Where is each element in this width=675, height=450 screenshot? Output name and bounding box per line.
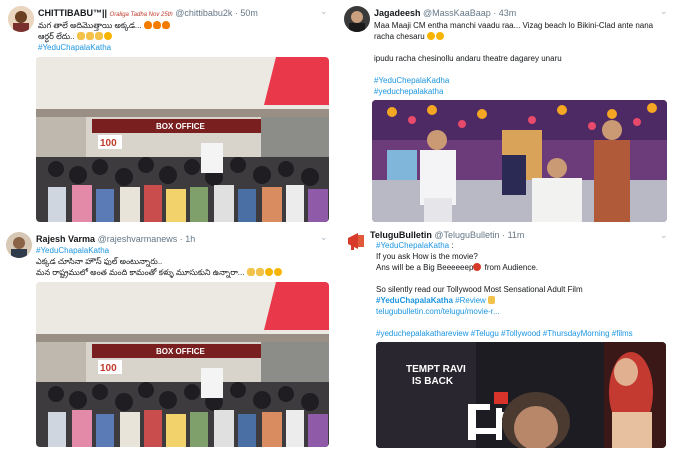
flex-emoji-icon — [94, 32, 103, 40]
tweet-chittibabu[interactable]: CHITTIBABU™|| Oraliga Tadha Nov 25th @ch… — [0, 0, 335, 225]
user-handle[interactable]: @MassKaaBaap — [423, 8, 491, 18]
tweet-photo[interactable]: BOX OFFICE 100 — [36, 282, 329, 447]
movie-still-image — [372, 100, 667, 222]
price-sign: 100 — [100, 138, 117, 149]
tweet-time[interactable]: 11m — [508, 230, 525, 240]
tweet-text: ఆర్ధర్ లేదు.. — [38, 32, 75, 41]
avatar[interactable] — [6, 232, 32, 258]
laugh-emoji-icon — [435, 32, 444, 40]
hashtag-link[interactable]: #YeduChapalaKatha — [36, 245, 332, 256]
flex-emoji-icon — [85, 32, 94, 40]
tweet-text: ఎక్కడ చూసినా హౌస్ ఫుల్ అంటున్నారు.. — [36, 257, 163, 266]
tweet-rajesh-varma[interactable]: Rajesh Varma @rajeshvarmanews · 1h ⌄ #Ye… — [0, 226, 335, 450]
tweet-text: racha chesaru — [374, 32, 425, 41]
movie-poster-image: TEMPT RAVI IS BACK — [376, 342, 666, 448]
tweet-text: So silently read our Tollywood Most Sens… — [376, 285, 583, 294]
tweet-photo[interactable]: TEMPT RAVI IS BACK — [376, 342, 666, 448]
hashtag-link[interactable]: #yeduchepalakathareview — [376, 329, 469, 338]
tweet-time[interactable]: 1h — [185, 234, 195, 244]
tweet-text: Maa Maaji CM entha manchi vaadu raa... V… — [374, 21, 654, 30]
user-badge: Oraliga Tadha Nov 25th — [109, 12, 173, 18]
crowd-photo-image: BOX OFFICE 100 — [36, 57, 329, 222]
pray-emoji-icon — [246, 268, 255, 276]
hashtag-link[interactable]: #YeduChepalaKadha — [374, 75, 672, 86]
tweet-text: Ans will be a Big Beeeeeep — [376, 263, 474, 272]
poster-tagline: IS BACK — [412, 376, 454, 387]
avatar[interactable] — [344, 6, 370, 32]
tweet-text: మగ తాలే అదిమొత్తాయి అక్కడ... — [38, 21, 142, 30]
flex-emoji-icon — [76, 32, 85, 40]
user-handle[interactable]: @rajeshvarmanews — [98, 234, 178, 244]
avatar[interactable] — [8, 6, 34, 32]
tweet-jagadeesh[interactable]: Jagadeesh @MassKaaBaap · 43m ⌄ Maa Maaji… — [340, 0, 675, 225]
chevron-down-icon[interactable]: ⌄ — [660, 6, 668, 17]
tweet-time[interactable]: 50m — [240, 8, 258, 18]
user-name[interactable]: TeluguBulletin — [370, 230, 432, 240]
hashtag-link[interactable]: #YeduChepalaKatha — [376, 241, 449, 250]
avatar[interactable] — [344, 228, 370, 254]
hashtag-link[interactable]: #Tollywood — [501, 329, 541, 338]
avatar-image — [8, 6, 34, 32]
article-link[interactable]: telugubulletin.com/telugu/movie-r... — [376, 306, 672, 317]
chevron-down-icon[interactable]: ⌄ — [320, 232, 328, 243]
hashtag-link[interactable]: #yeduchepalakatha — [374, 86, 672, 97]
angry-emoji-icon — [473, 263, 482, 271]
hashtag-link[interactable]: #YeduChapalaKatha — [376, 296, 453, 305]
user-name[interactable]: Rajesh Varma — [36, 234, 95, 244]
hashtag-link[interactable]: #films — [612, 329, 633, 338]
tweet-telugubulletin[interactable]: TeluguBulletin @TeluguBulletin · 11m ⌄ #… — [340, 226, 675, 450]
box-office-sign: BOX OFFICE — [156, 122, 206, 131]
tweet-time[interactable]: 43m — [499, 8, 517, 18]
laugh-emoji-icon — [426, 32, 435, 40]
megaphone-logo-icon — [348, 233, 364, 250]
price-sign: 100 — [100, 363, 117, 374]
user-handle[interactable]: @chittibabu2k — [175, 8, 232, 18]
laugh-emoji-icon — [273, 268, 282, 276]
poster-tagline: TEMPT RAVI — [406, 364, 466, 375]
tweet-photo[interactable] — [372, 100, 667, 222]
box-office-sign: BOX OFFICE — [156, 347, 206, 356]
hashtag-link[interactable]: #YeduChapalaKatha — [38, 42, 328, 53]
chevron-down-icon[interactable]: ⌄ — [320, 6, 328, 17]
user-handle[interactable]: @TeluguBulletin — [434, 230, 499, 240]
tweet-text: మన రాష్ట్రములో అంత మంది కామంతో కళ్ళు మూస… — [36, 268, 245, 277]
crowd-photo-image: BOX OFFICE 100 — [36, 282, 329, 447]
fire-emoji-icon — [143, 21, 152, 29]
user-name[interactable]: Jagadeesh — [374, 8, 421, 18]
avatar-image — [344, 6, 370, 32]
user-name[interactable]: CHITTIBABU™|| — [38, 8, 107, 18]
laugh-emoji-icon — [103, 32, 112, 40]
laugh-emoji-icon — [264, 268, 273, 276]
fire-emoji-icon — [161, 21, 170, 29]
tweet-text: ipudu racha chesinollu andaru theatre da… — [374, 54, 562, 63]
fire-emoji-icon — [152, 21, 161, 29]
tweet-text: If you ask How is the movie? — [376, 252, 478, 261]
pray-emoji-icon — [255, 268, 264, 276]
point-down-emoji-icon — [488, 296, 496, 304]
hashtag-link[interactable]: #Review — [455, 296, 486, 305]
hashtag-link[interactable]: #Telugu — [471, 329, 499, 338]
tweet-photo[interactable]: BOX OFFICE 100 — [36, 57, 329, 222]
hashtag-link[interactable]: #ThursdayMorning — [543, 329, 610, 338]
avatar-image — [6, 232, 32, 258]
